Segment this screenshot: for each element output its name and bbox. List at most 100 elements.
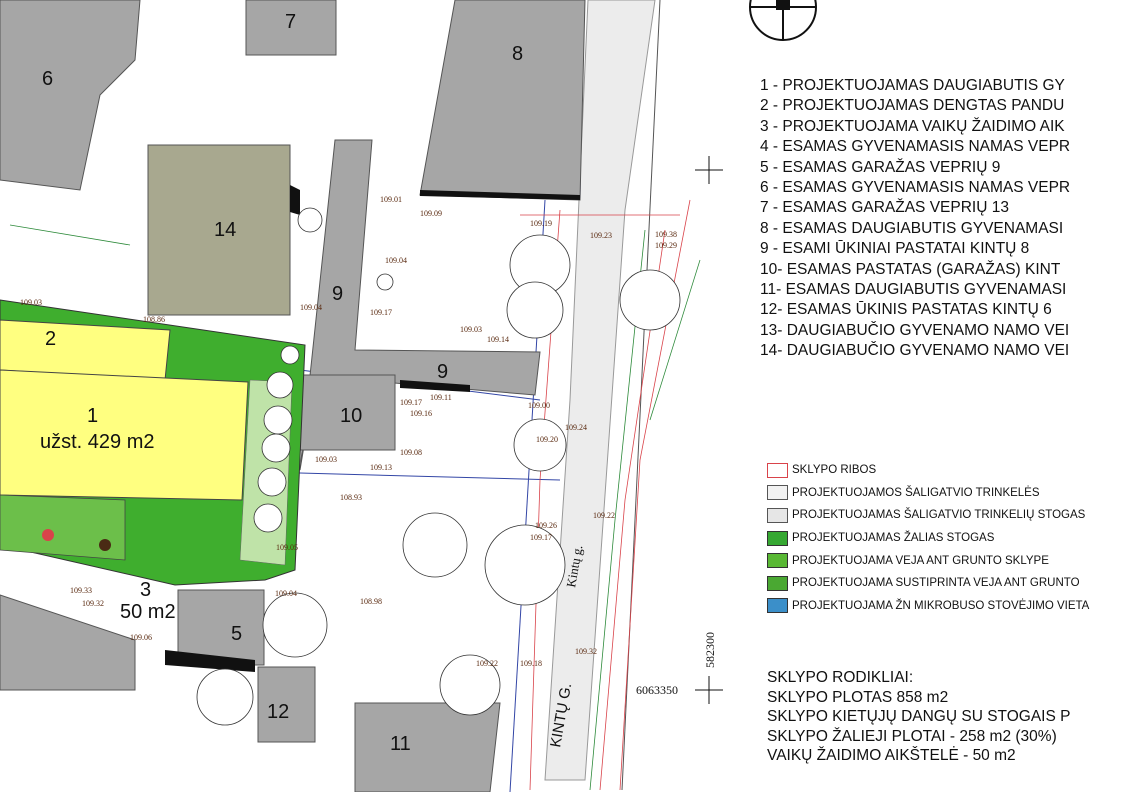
legend-number: 8 - [760, 219, 783, 237]
key-label: PROJEKTUOJAMA VEJA ANT GRUNTO SKLYPE [792, 554, 1049, 567]
label-building-9a: 9 [332, 283, 343, 305]
legend-item: 4 - ESAMAS GYVENAMASIS NAMAS VEPR [760, 137, 1123, 157]
legend-number: 13- [760, 321, 787, 339]
building-11 [354, 702, 501, 792]
building-6 [0, 0, 141, 191]
elevation-label: 109.23 [590, 231, 612, 240]
key-label: PROJEKTUOJAMA ŽN MIKROBUSO STOVĖJIMO VIE… [792, 599, 1090, 612]
legend-text: DAUGIABUČIO GYVENAMO NAMO VEI [786, 321, 1070, 339]
elevation-label: 109.32 [575, 647, 597, 656]
legend-text: DAUGIABUČIO GYVENAMO NAMO VEI [786, 342, 1070, 360]
elevation-label: 109.22 [476, 659, 498, 668]
stats-line: SKLYPO KIETŲJŲ DANGŲ SU STOGAIS P [767, 708, 1071, 725]
elevation-label: 108.86 [143, 315, 165, 324]
elevation-label: 109.13 [370, 463, 392, 472]
elevation-label: 109.09 [420, 209, 442, 218]
label-playground-area: 50 m2 [120, 601, 176, 623]
label-building-8: 8 [512, 43, 523, 65]
legend-number: 11- [760, 281, 786, 299]
label-building-11: 11 [390, 733, 411, 755]
stats-line: SKLYPO PLOTAS 858 m2 [767, 688, 949, 706]
stats-line: VAIKŲ ŽAIDIMO AIKŠTELĖ - 50 m2 [767, 747, 1016, 764]
key-label: PROJEKTUOJAMOS ŠALIGATVIO TRINKELĖS [792, 486, 1040, 499]
legend-item: 9 - ESAMI ŪKINIAI PASTATAI KINTŲ 8 [760, 239, 1123, 259]
elevation-label: 109.32 [82, 599, 104, 608]
key-swatch [767, 485, 788, 501]
building-left-bottom [0, 594, 136, 691]
key-swatch [767, 598, 788, 614]
key-label: PROJEKTUOJAMAS ŠALIGATVIO TRINKELIŲ STOG… [792, 509, 1086, 522]
elevation-label: 109.03 [20, 298, 42, 307]
label-building-2: 2 [45, 328, 56, 350]
elevation-label: 109.16 [410, 409, 432, 418]
key-label: SKLYPO RIBOS [792, 464, 877, 477]
site-stats: SKLYPO RODIKLIAI: SKLYPO PLOTAS 858 m2 SK… [767, 668, 1123, 766]
elevation-label: 109.26 [535, 521, 557, 530]
legend-number: 14- [760, 342, 787, 360]
legend-number: 12- [760, 301, 787, 319]
legend-item: 1 - PROJEKTUOJAMAS DAUGIABUTIS GY [760, 76, 1123, 96]
legend-item: 10- ESAMAS PASTATAS (GARAŽAS) KINT [760, 260, 1123, 280]
legend-number: 9 - [760, 240, 783, 258]
key-row: SKLYPO RIBOS [767, 459, 1089, 482]
site-plan: 6 7 8 14 9 9 10 2 1 užst. 429 m2 3 50 m2… [0, 0, 1123, 792]
playground-item [99, 539, 111, 551]
elevation-label: 109.01 [380, 195, 402, 204]
key-swatch [767, 553, 788, 569]
elevation-label: 109.03 [460, 325, 482, 334]
legend-number: 5 - [760, 158, 783, 176]
legend-text: PROJEKTUOJAMAS DENGTAS PANDU [782, 97, 1065, 115]
elevation-label: 109.04 [275, 589, 297, 598]
label-building-10: 10 [340, 405, 362, 427]
elevation-label: 109.17 [530, 533, 552, 542]
key-label: PROJEKTUOJAMA SUSTIPRINTA VEJA ANT GRUNT… [792, 577, 1080, 590]
legend-number: 1 - [760, 77, 783, 94]
elevation-label: 109.05 [276, 543, 298, 552]
elevation-label: 109.06 [130, 633, 152, 642]
legend-item: 8 - ESAMAS DAUGIABUTIS GYVENAMASI [760, 219, 1123, 239]
elevation-label: 108.93 [340, 493, 362, 502]
legend-item: 11- ESAMAS DAUGIABUTIS GYVENAMASI [760, 280, 1123, 300]
legend-text: ESAMAS GARAŽAS VEPRIŲ 13 [782, 199, 1009, 217]
legend-number: 10- [760, 260, 787, 278]
legend-item: 7 - ESAMAS GARAŽAS VEPRIŲ 13 [760, 198, 1123, 218]
label-building-14: 14 [214, 219, 236, 241]
elevation-label: 109.14 [487, 335, 509, 344]
elevation-label: 109.22 [593, 511, 615, 520]
elevation-label: 109.38 [655, 230, 677, 239]
key-row: PROJEKTUOJAMA SUSTIPRINTA VEJA ANT GRUNT… [767, 572, 1089, 595]
elevation-label: 109.04 [385, 256, 407, 265]
elevation-label: 109.11 [430, 393, 452, 402]
elevation-label: 109.03 [315, 455, 337, 464]
elevation-label: 109.33 [70, 586, 92, 595]
building-8 [419, 0, 586, 201]
stats-line: SKLYPO ŽALIEJI PLOTAI - 258 m2 (30%) [767, 727, 1057, 745]
legend-item: 5 - ESAMAS GARAŽAS VEPRIŲ 9 [760, 158, 1123, 178]
legend-text: ESAMAS GARAŽAS VEPRIŲ 9 [782, 158, 1001, 176]
shadow [290, 185, 300, 215]
building-legend: 1 - PROJEKTUOJAMAS DAUGIABUTIS GY 2 - PRO… [760, 76, 1123, 362]
legend-text: PROJEKTUOJAMAS DAUGIABUTIS GY [782, 77, 1065, 94]
elevation-label: 109.08 [400, 448, 422, 457]
key-label: PROJEKTUOJAMAS ŽALIAS STOGAS [792, 532, 995, 545]
elevation-label: 109.19 [530, 219, 552, 228]
legend-text: ESAMAS DAUGIABUTIS GYVENAMASI [785, 281, 1067, 299]
legend-item: 3 - PROJEKTUOJAMA VAIKŲ ŽAIDIMO AIK [760, 117, 1123, 137]
playground-item [42, 529, 54, 541]
legend-number: 7 - [760, 199, 783, 217]
key-swatch [767, 575, 788, 591]
north-arrow-head [776, 0, 790, 10]
key-swatch [767, 530, 788, 546]
legend-number: 4 - [760, 138, 783, 156]
key-swatch [767, 507, 788, 523]
elevation-label: 109.20 [536, 435, 558, 444]
elevation-label: 109.00 [528, 401, 550, 410]
legend-item: 6 - ESAMAS GYVENAMASIS NAMAS VEPR [760, 178, 1123, 198]
elevation-label: 109.24 [565, 423, 587, 432]
label-building-6: 6 [42, 68, 53, 90]
elevation-label: 109.18 [520, 659, 542, 668]
legend-text: ESAMI ŪKINIAI PASTATAI KINTŲ 8 [782, 240, 1030, 258]
legend-number: 2 - [760, 97, 783, 115]
coord-y: 6063350 [636, 683, 678, 697]
label-building-7: 7 [285, 11, 296, 33]
